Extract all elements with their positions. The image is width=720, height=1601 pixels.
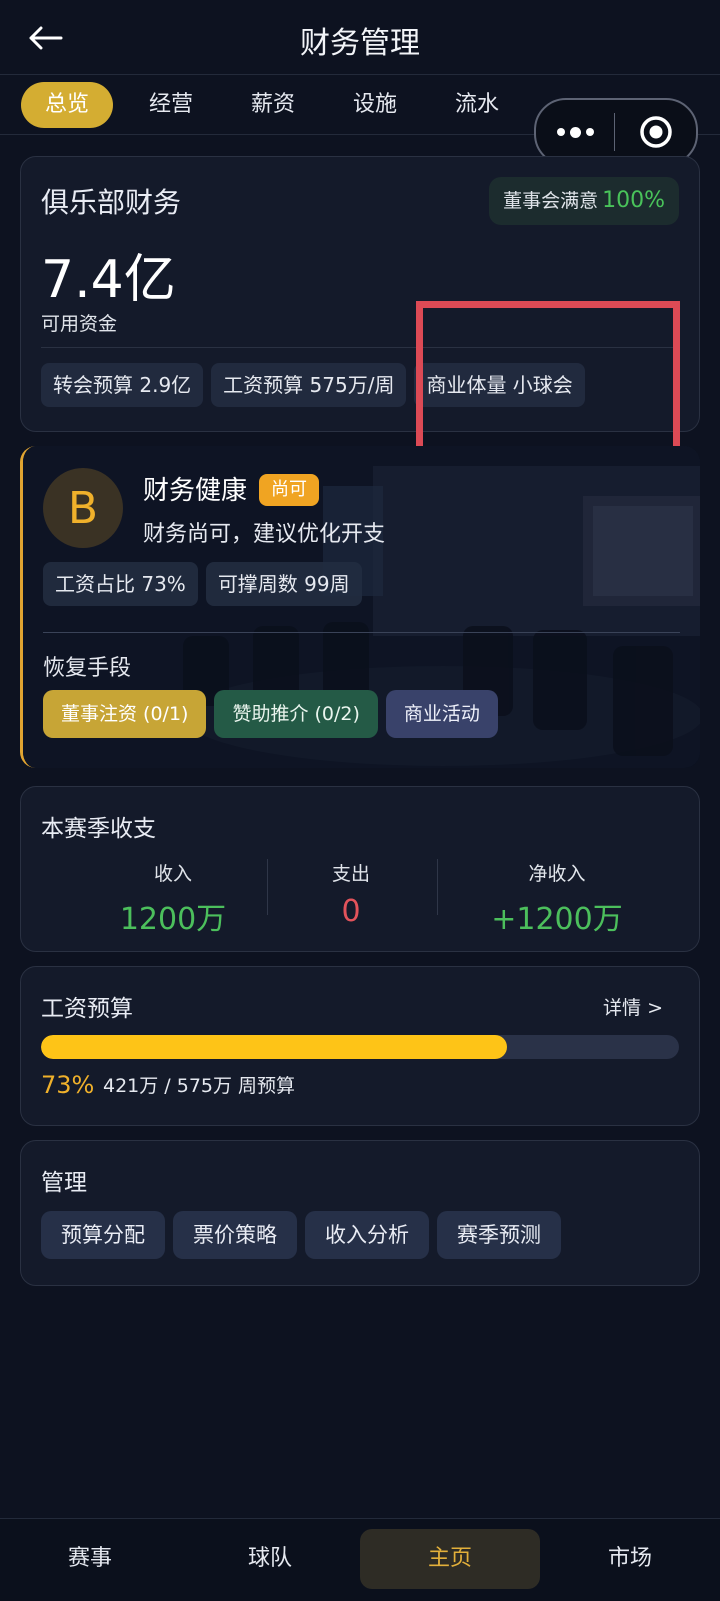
transfer-budget-chip: 转会预算 2.9亿 <box>41 363 204 407</box>
tab-overview[interactable]: 总览 <box>21 82 113 128</box>
expense-column: 支出 0 <box>251 859 451 929</box>
season-title: 本赛季收支 <box>41 816 156 842</box>
wage-ratio-chip: 工资占比 73% <box>43 562 198 606</box>
management-card: 管理 预算分配 票价策略 收入分析 赛季预测 <box>20 1140 700 1286</box>
recovery-actions: 董事注资 (0/1) 赞助推介 (0/2) 商业活动 <box>43 690 506 738</box>
net-column: 净收入 +1200万 <box>457 859 657 938</box>
bottom-nav: 赛事 球队 主页 市场 <box>0 1518 720 1601</box>
wage-progress-bar <box>41 1035 679 1059</box>
revenue-analysis-button[interactable]: 收入分析 <box>305 1211 429 1259</box>
health-grade-badge: B <box>43 468 123 548</box>
wage-budget-card: 工资预算 详情 > 73% 421万 / 575万 周预算 <box>20 966 700 1126</box>
wage-percent: 73% <box>41 1071 95 1099</box>
net-label: 净收入 <box>528 863 586 885</box>
tab-cashflow[interactable]: 流水 <box>431 82 523 128</box>
management-buttons: 预算分配 票价策略 收入分析 赛季预测 <box>41 1211 569 1259</box>
page-title: 财务管理 <box>300 26 420 61</box>
available-funds-amount: 7.4亿 <box>41 250 176 310</box>
wage-progress-fill <box>41 1035 507 1059</box>
expense-label: 支出 <box>331 863 370 885</box>
board-satisfaction-badge: 董事会满意 100% <box>489 177 679 225</box>
income-label: 收入 <box>153 863 192 885</box>
nav-home[interactable]: 主页 <box>360 1529 540 1589</box>
season-forecast-button[interactable]: 赛季预测 <box>437 1211 561 1259</box>
finance-title: 俱乐部财务 <box>41 186 182 219</box>
budget-allocation-button[interactable]: 预算分配 <box>41 1211 165 1259</box>
top-bar: 财务管理 <box>0 0 720 75</box>
health-title: 财务健康 <box>143 476 248 506</box>
ticket-pricing-button[interactable]: 票价策略 <box>173 1211 297 1259</box>
financial-health-card: B 财务健康 尚可 财务尚可，建议优化开支 工资占比 73% 可撑周数 99周 恢… <box>20 446 700 768</box>
health-status-badge: 尚可 <box>259 474 319 506</box>
nav-matches[interactable]: 赛事 <box>0 1529 180 1589</box>
health-chip-row: 工资占比 73% 可撑周数 99周 <box>43 562 370 606</box>
health-description: 财务尚可，建议优化开支 <box>143 522 386 547</box>
sponsor-pitch-button[interactable]: 赞助推介 (0/2) <box>214 690 378 738</box>
tab-salary[interactable]: 薪资 <box>227 82 319 128</box>
income-value: 1200万 <box>119 902 227 937</box>
board-value: 100% <box>602 188 665 213</box>
wage-budget-chip: 工资预算 575万/周 <box>211 363 407 407</box>
divider <box>437 859 438 915</box>
net-value: +1200万 <box>491 902 623 937</box>
more-dots-icon[interactable] <box>536 100 614 164</box>
divider <box>43 632 680 633</box>
expense-value: 0 <box>341 894 361 929</box>
highlight-box <box>416 301 680 462</box>
recovery-title: 恢复手段 <box>43 656 132 681</box>
income-column: 收入 1200万 <box>73 859 273 938</box>
tab-operations[interactable]: 经营 <box>125 82 217 128</box>
season-summary-card: 本赛季收支 收入 1200万 支出 0 净收入 +1200万 <box>20 786 700 952</box>
management-title: 管理 <box>41 1170 87 1196</box>
nav-market[interactable]: 市场 <box>540 1529 720 1589</box>
wage-detail-link[interactable]: 详情 > <box>603 993 663 1020</box>
tab-facilities[interactable]: 设施 <box>329 82 421 128</box>
weeks-sustain-chip: 可撑周数 99周 <box>205 562 362 606</box>
wage-title: 工资预算 <box>41 996 133 1022</box>
owner-investment-button[interactable]: 董事注资 (0/1) <box>43 690 207 738</box>
nav-team[interactable]: 球队 <box>180 1529 360 1589</box>
board-label: 董事会满意 <box>503 190 599 212</box>
wage-usage-text: 421万 / 575万 周预算 <box>103 1075 296 1097</box>
commercial-event-button[interactable]: 商业活动 <box>385 690 498 738</box>
available-funds-label: 可用资金 <box>41 313 118 335</box>
close-target-icon[interactable] <box>615 100 696 164</box>
